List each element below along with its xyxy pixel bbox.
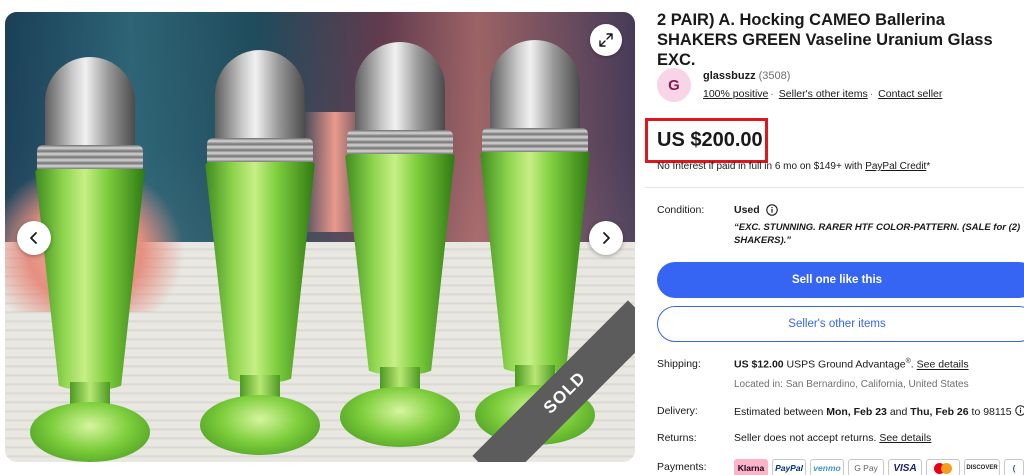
delivery-middle: and: [886, 406, 911, 418]
returns-label: Returns:: [657, 432, 697, 444]
next-image-button[interactable]: [589, 221, 623, 255]
condition-description-line: “EXC. STUNNING. RARER HTF COLOR-PATTERN.…: [734, 222, 1021, 233]
shipping-price: US $12.00: [734, 358, 784, 371]
divider: [645, 187, 1024, 188]
payment-methods: Klarna PayPal venmo G Pay VISA DISCOVER …: [734, 459, 1024, 475]
amex-logo: (: [1004, 459, 1024, 475]
delivery-zip: to 98115: [968, 406, 1012, 418]
listing-title: 2 PAIR) A. Hocking CAMEO Ballerina SHAKE…: [657, 11, 993, 69]
paypal-logo: PayPal: [772, 459, 806, 475]
info-icon[interactable]: [765, 204, 778, 216]
seller-feedback-count[interactable]: (3508): [759, 70, 791, 82]
google-pay-logo: G Pay: [848, 459, 884, 475]
delivery-start-date: Mon, Feb 23: [826, 406, 887, 418]
seller-links: 100% positive · Seller's other items · Con…: [703, 88, 943, 100]
returns-text: Seller does not accept returns.: [734, 432, 880, 444]
expand-image-button[interactable]: [590, 24, 622, 56]
shaker-image: [335, 42, 465, 462]
discover-logo: DISCOVER: [964, 459, 1000, 475]
financing-text: No Interest if paid in full in 6 mo on $…: [657, 161, 930, 172]
seller-positive-link[interactable]: 100% positive: [703, 88, 768, 100]
item-price: US $200.00: [657, 129, 763, 151]
condition-label: Condition:: [657, 204, 705, 216]
item-location: Located in: San Bernardino, California, …: [734, 379, 969, 390]
previous-image-button[interactable]: [17, 221, 51, 255]
chevron-right-icon: [603, 232, 610, 244]
shipping-value: US $12.00 USPS Ground Advantage®. See de…: [734, 358, 969, 371]
visa-logo: VISA: [888, 459, 922, 475]
payments-label: Payments:: [657, 461, 707, 473]
returns-details-link[interactable]: See details: [879, 432, 931, 444]
condition-value: Used: [734, 204, 760, 216]
info-icon[interactable]: [1014, 405, 1024, 416]
sell-one-like-this-button[interactable]: Sell one like this: [657, 262, 1024, 298]
condition-description: “EXC. STUNNING. RARER HTF COLOR-PATTERN.…: [734, 221, 1024, 247]
condition-value-row: Used: [734, 204, 778, 216]
shaker-image: [195, 50, 325, 462]
mastercard-logo: [926, 459, 960, 475]
expand-icon: [599, 33, 613, 47]
shipping-label: Shipping:: [657, 358, 701, 370]
financing-asterisk: *: [926, 161, 931, 172]
shipping-service: USPS Ground Advantage: [783, 358, 906, 371]
shaker-image: [25, 57, 155, 462]
delivery-end-date: Thu, Feb 26: [910, 406, 969, 418]
venmo-logo: venmo: [810, 459, 844, 475]
seller-other-items-link[interactable]: Seller's other items: [779, 88, 868, 100]
klarna-logo: Klarna: [734, 459, 768, 475]
contact-seller-link[interactable]: Contact seller: [878, 88, 942, 100]
chevron-left-icon: [30, 232, 37, 244]
item-image-gallery[interactable]: SOLD: [5, 12, 635, 462]
returns-value: Seller does not accept returns. See deta…: [734, 432, 931, 444]
shipping-period: .: [910, 358, 914, 371]
paypal-credit-link[interactable]: PayPal Credit: [865, 161, 926, 172]
delivery-prefix: Estimated between: [734, 406, 827, 418]
seller-avatar[interactable]: G: [657, 68, 691, 102]
delivery-value: Estimated between Mon, Feb 23 and Thu, F…: [734, 405, 1024, 418]
sellers-other-items-button[interactable]: Seller's other items: [657, 306, 1024, 342]
delivery-label: Delivery:: [657, 405, 698, 417]
condition-description-line: SHAKERS).”: [734, 235, 792, 246]
financing-description: No Interest if paid in full in 6 mo on $…: [657, 161, 863, 172]
seller-name-row: glassbuzz (3508): [703, 70, 790, 82]
seller-name[interactable]: glassbuzz: [703, 70, 756, 82]
shipping-details-link[interactable]: See details: [917, 359, 969, 371]
